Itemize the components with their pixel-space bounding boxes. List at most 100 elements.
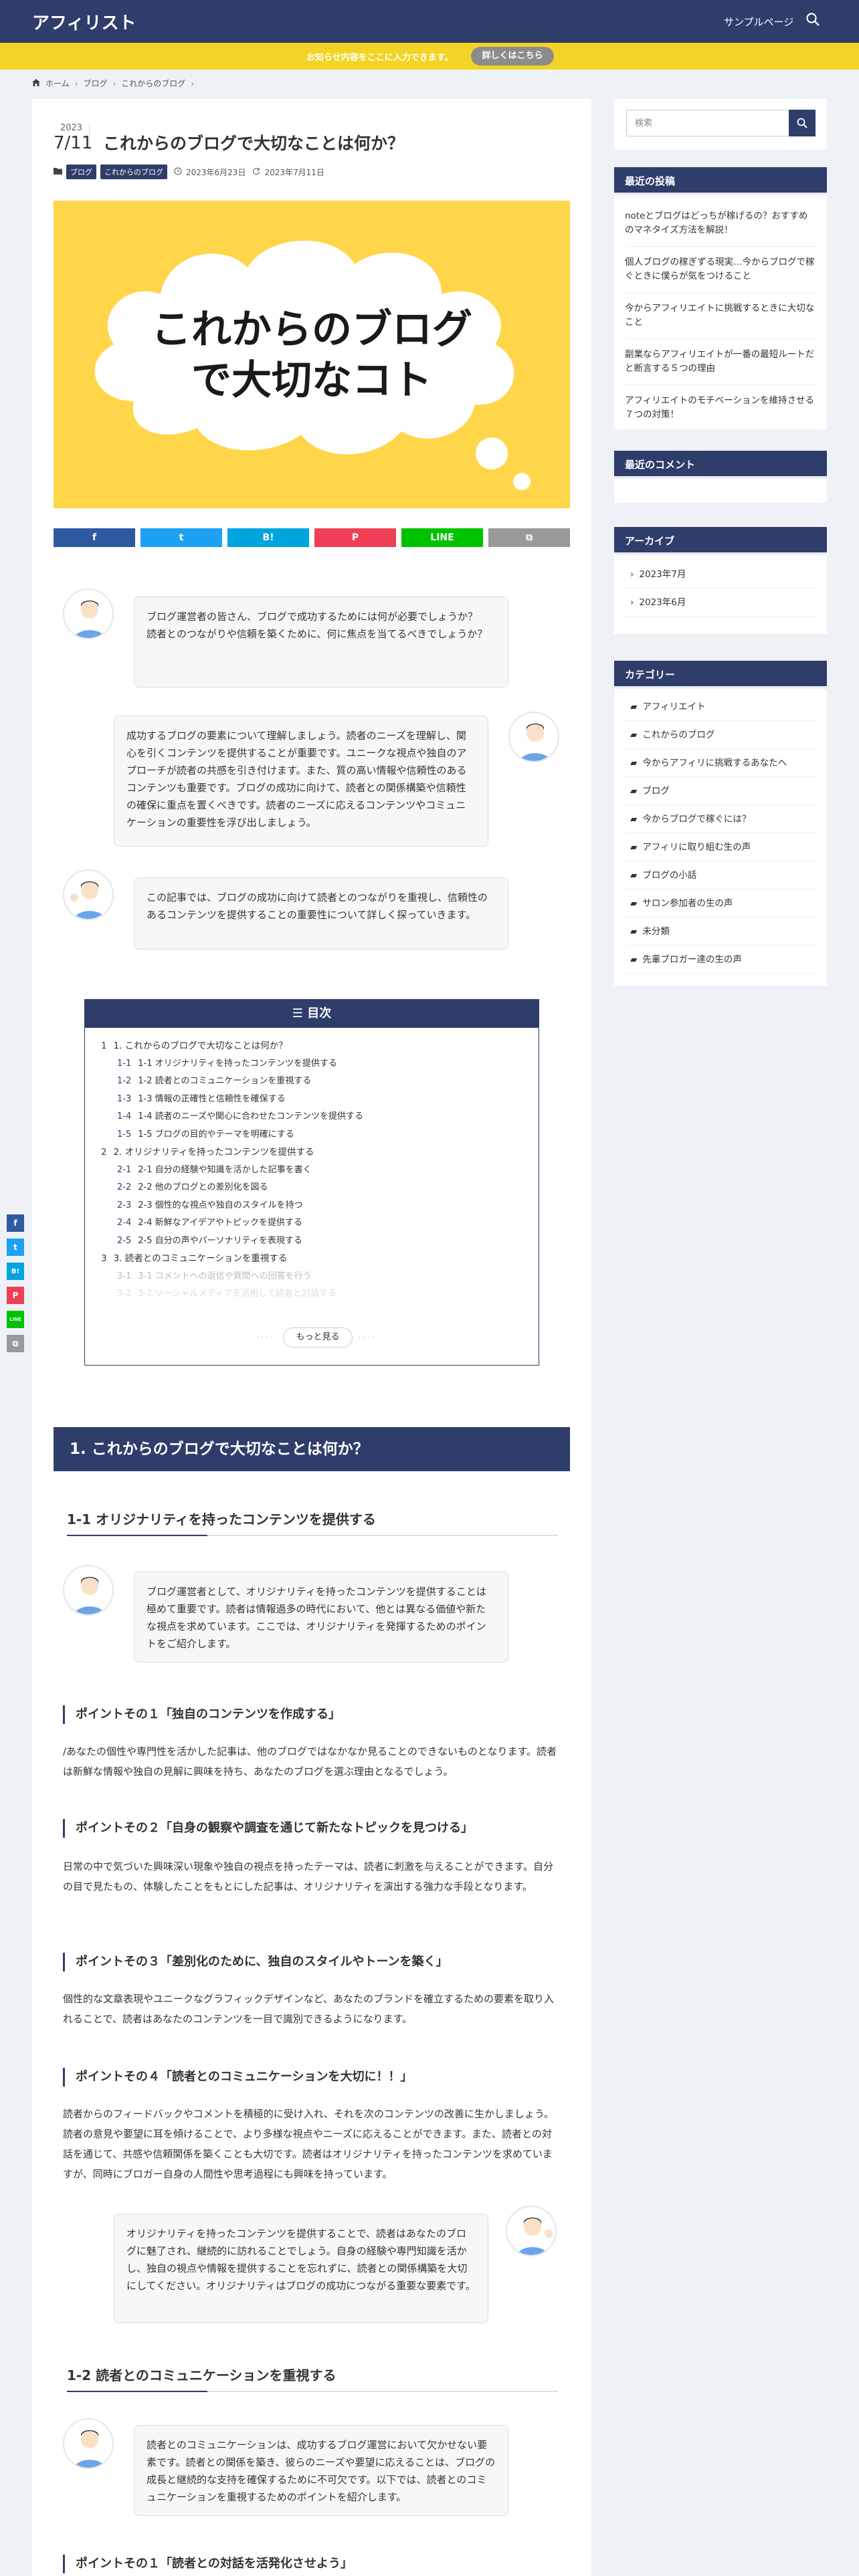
toc-item[interactable]: 1-1 1-1 オリジナリティを持ったコンテンツを提供する [101, 1055, 525, 1073]
pocket-share-button[interactable]: P [314, 528, 396, 547]
toc-more-button[interactable]: もっと見る [283, 1327, 353, 1348]
share-buttons: f t B! P LINE ⧉ [54, 528, 570, 547]
toc-item[interactable]: 3 3. 読者とのコミュニケーションを重視する [101, 1250, 525, 1268]
category-link[interactable]: ▰ 先輩ブロガー達の生の声 [625, 946, 816, 974]
toc-item-label: 3-2 ソーシャルメディアを活用して読者と対話する [138, 1289, 337, 1299]
search-box [626, 110, 816, 136]
toc-item[interactable]: 1 1. これからのブログで大切なことは何か？ [101, 1037, 525, 1055]
toc-item[interactable]: 2-4 2-4 新鮮なアイデアやトピックを提供する [101, 1214, 525, 1232]
avatar [63, 869, 114, 920]
search-submit-button[interactable] [789, 110, 816, 136]
toc-item[interactable]: 2 2. オリジナリティを持ったコンテンツを提供する [101, 1144, 525, 1162]
search-input[interactable] [627, 110, 789, 136]
twitter-share-button[interactable]: t [7, 1239, 24, 1256]
toc-dots: ···· [256, 1333, 275, 1342]
hatena-share-button[interactable]: B! [7, 1263, 24, 1280]
paragraph: 個性的な文章表現やユニークなグラフィックデザインなど、あなたのブランドを確立する… [63, 1993, 554, 2025]
category-link[interactable]: ▰ サロン参加者の生の声 [625, 889, 816, 918]
toc-item[interactable]: 2-5 2-5 自分の声やパーソナリティを表現する [101, 1232, 525, 1251]
subsection-heading: 1-1 オリジナリティを持ったコンテンツを提供する [67, 1509, 558, 1536]
copy-link-button[interactable]: ⧉ [488, 528, 570, 547]
toc-item[interactable]: 2-2 2-2 他のブログとの差別化を図る [101, 1179, 525, 1197]
speech-text: オリジナリティを持ったコンテンツを提供することで、読者はあなたのブログに魅了され… [126, 2228, 476, 2292]
speech-text: この記事では、ブログの成功に向けて読者とのつながりを重視し、信頼性のあるコンテン… [147, 891, 488, 921]
category-badge[interactable]: これからのブログ [100, 165, 167, 179]
speech-bubble: 成功するブログの要素について理解しましょう。読者のニーズを理解し、関心を引くコン… [114, 716, 488, 847]
subsection-heading: 1-2 読者とのコミュニケーションを重視する [67, 2365, 558, 2392]
line-share-button[interactable]: LINE [401, 528, 483, 547]
category-widget: カテゴリー ▰ アフィリエイト ▰ これからのブログ ▰ 今からアフィリに挑戦するあな… [614, 661, 827, 986]
toc-item-number: 2-3 [117, 1200, 132, 1210]
notice-details-button[interactable]: 詳しくはこちら [471, 47, 554, 66]
toc-item-label: 1-2 読者とのコミュニケーションを重視する [138, 1076, 312, 1086]
archive-link[interactable]: › 2023年6月 [625, 588, 816, 617]
heading-accent [67, 2391, 207, 2392]
recent-post-link[interactable]: 副業ならアフィリエイトが一番の最短ルートだと断言する５つの理由 [625, 339, 816, 385]
category-label: 先輩ブロガー達の生の声 [642, 954, 742, 965]
search-icon[interactable] [805, 12, 823, 29]
category-link[interactable]: ▰ 今からブログで稼ぐには？ [625, 805, 816, 833]
breadcrumb-blog[interactable]: ブログ [83, 78, 107, 89]
toc-item[interactable]: 2-3 2-3 個性的な視点や独自のスタイルを持つ [101, 1197, 525, 1215]
toc-item-label: 2. オリジナリティを持ったコンテンツを提供する [113, 1147, 314, 1158]
toc-item-number: 1-3 [117, 1093, 132, 1104]
heading-accent [67, 1535, 207, 1536]
toc-item[interactable]: 3-1 3-1 コメントへの返信や質問への回答を行う [101, 1268, 525, 1286]
category-link[interactable]: ▰ 今からアフィリに挑戦するあなたへ [625, 749, 816, 777]
breadcrumb-current[interactable]: これからのブログ [121, 78, 185, 89]
facebook-share-button[interactable]: f [7, 1214, 24, 1232]
avatar [506, 2206, 557, 2256]
breadcrumb-home[interactable]: ホーム [45, 78, 70, 89]
category-link[interactable]: ▰ ブログ [625, 777, 816, 805]
category-link[interactable]: ▰ これからのブログ [625, 721, 816, 749]
toc-item[interactable]: 1-4 1-4 読者のニーズや関心に合わせたコンテンツを提供する [101, 1108, 525, 1126]
post-date: 2023 7/11 [54, 123, 93, 153]
notice-bar: お知らせ内容をここに入力できます。 詳しくはこちら [0, 43, 859, 70]
toc-dots: ···· [358, 1333, 377, 1342]
speech-bubble: ブログ運営者として、オリジナリティを持ったコンテンツを提供することは極めて重要で… [134, 1572, 508, 1662]
toc-item[interactable]: 2-1 2-1 自分の経験や知識を活かした記事を書く [101, 1162, 525, 1180]
point-heading: ポイントその４「読者とのコミュニケーションを大切に！！」 [63, 2068, 412, 2086]
toc-item-number: 1-1 [117, 1058, 132, 1069]
facebook-share-button[interactable]: f [54, 528, 135, 547]
post-title: これからのブログで大切なことは何か？ [103, 134, 405, 153]
folder-icon: ▰ [630, 841, 638, 853]
category-label: ブログ [642, 785, 670, 796]
category-label: これからのブログ [642, 729, 715, 740]
toc-item[interactable]: 1-2 1-2 読者とのコミュニケーションを重視する [101, 1073, 525, 1091]
category-link[interactable]: ▰ アフィリエイト [625, 693, 816, 721]
recent-post-link[interactable]: 個人ブログの稼ぎずる現実…今からブログで稼ぐときに僕らが気をつけること [625, 247, 816, 293]
chevron-right-icon: › [191, 78, 195, 88]
toc-item[interactable]: 1-5 1-5 ブログの目的やテーマを明確にする [101, 1126, 525, 1144]
nav-link-sample-page[interactable]: サンプルページ [724, 15, 793, 29]
speech-text: ブログ運営者の皆さん、ブログで成功するためには何が必要でしょうか？ 読者とのつな… [147, 611, 488, 640]
recent-post-link[interactable]: アフィリエイトのモチベーションを維持させる７つの対策！ [625, 385, 816, 431]
category-link[interactable]: ▰ 未分類 [625, 918, 816, 946]
hatena-share-button[interactable]: B! [227, 528, 309, 547]
toc-item-label: 2-4 新鮮なアイデアやトピックを提供する [138, 1218, 302, 1228]
widget-title: アーカイブ [614, 527, 827, 555]
breadcrumb: ホーム › ブログ › これからのブログ › [32, 78, 194, 89]
recent-post-link[interactable]: noteとブログはどっちが稼げるの？おすすめのマネタイズ方法を解説！ [625, 201, 816, 247]
toc-item-number: 2 [101, 1147, 107, 1158]
toc-item-number: 3 [101, 1253, 107, 1264]
category-link[interactable]: ▰ アフィリに取り組む生の声 [625, 833, 816, 861]
folder-icon [54, 167, 62, 177]
toc-item-number: 2-5 [117, 1235, 132, 1246]
toc-item[interactable]: 3-2 3-2 ソーシャルメディアを活用して読者と対話する [101, 1285, 525, 1303]
post-date-month-day: 7/11 [54, 133, 93, 153]
site-logo[interactable]: アフィリスト [32, 9, 136, 34]
category-label: アフィリエイト [642, 701, 706, 712]
pocket-share-button[interactable]: P [7, 1287, 24, 1304]
toc-list: 1 1. これからのブログで大切なことは何か？ 1-1 1-1 オリジナリティを持っ… [85, 1028, 539, 1303]
category-link[interactable]: ▰ ブログの小話 [625, 861, 816, 889]
archive-link[interactable]: › 2023年7月 [625, 560, 816, 588]
line-share-button[interactable]: LINE [7, 1311, 24, 1328]
point-heading: ポイントその２「自身の観察や調査を通じて新たなトピックを見つける」 [63, 1819, 473, 1838]
category-badge[interactable]: ブログ [66, 165, 96, 179]
twitter-share-button[interactable]: t [140, 528, 222, 547]
recent-comments-widget: 最近のコメント [614, 451, 827, 503]
recent-post-link[interactable]: 今からアフィリエイトに挑戦するときに大切なこと [625, 293, 816, 339]
copy-link-button[interactable]: ⧉ [7, 1335, 24, 1352]
toc-item[interactable]: 1-3 1-3 情報の正確性と信頼性を確保する [101, 1091, 525, 1109]
